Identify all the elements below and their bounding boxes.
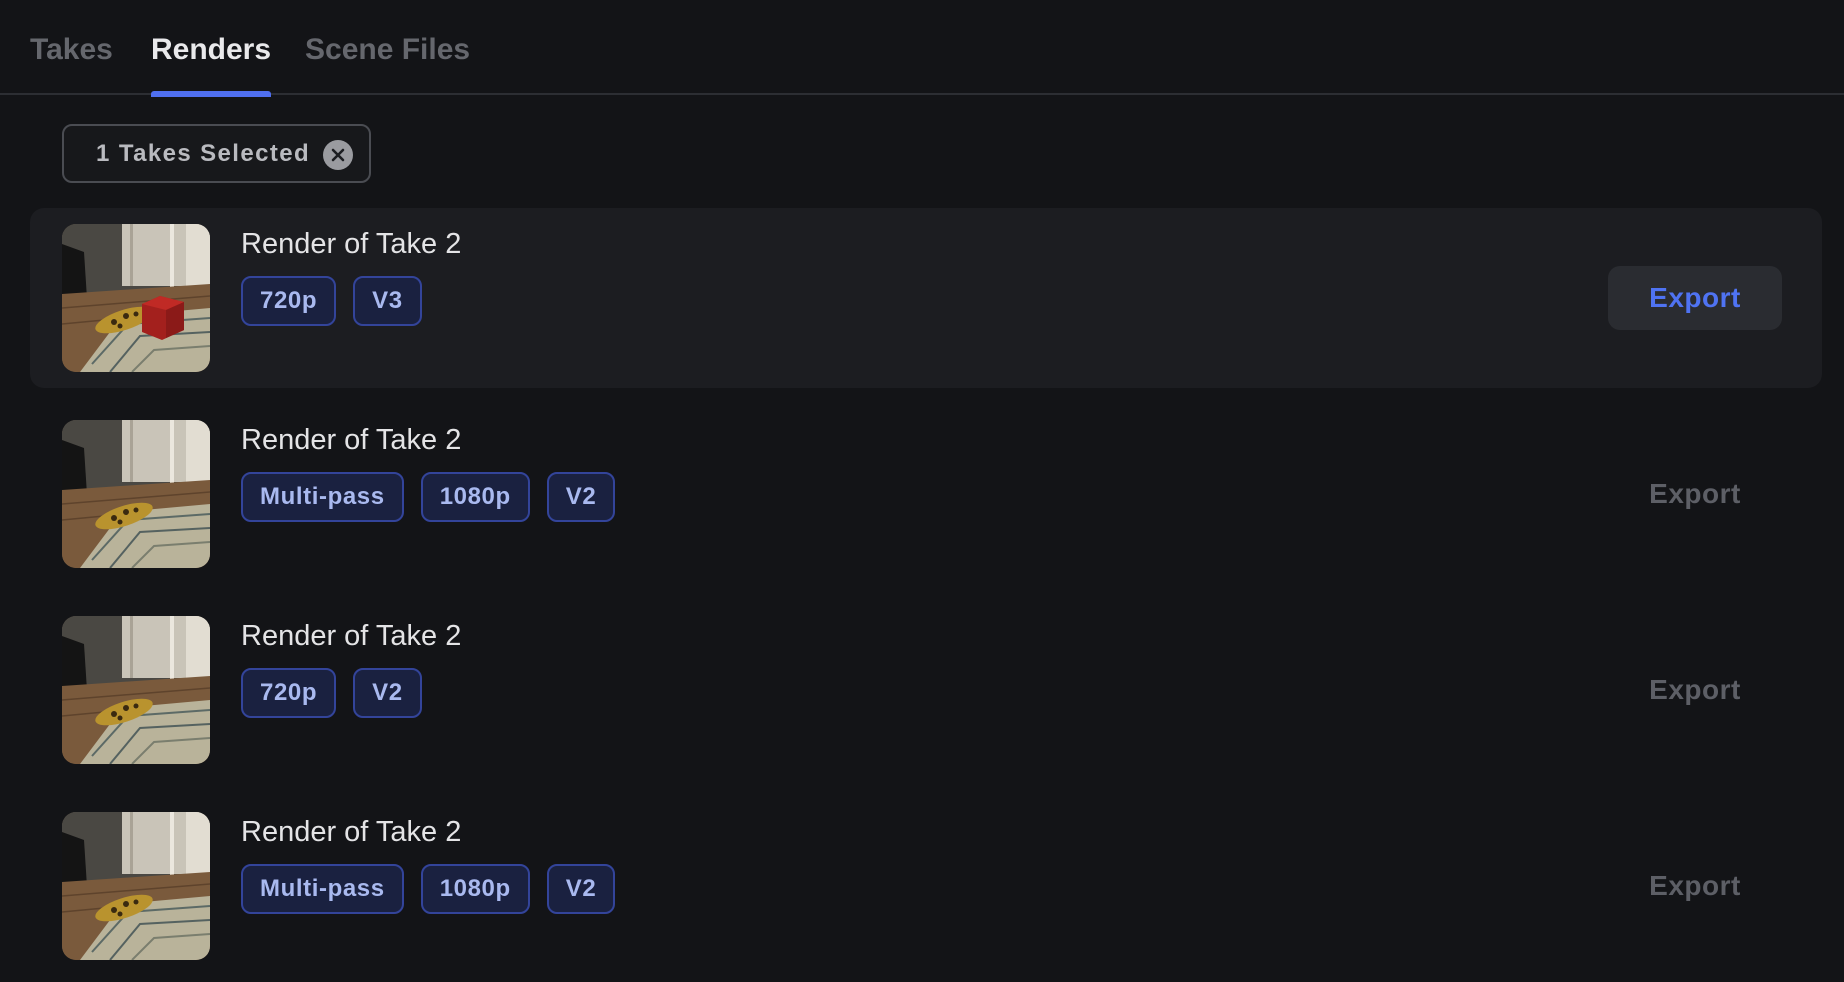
export-button[interactable]: Export bbox=[1608, 854, 1782, 918]
render-tags: 720p V2 bbox=[241, 668, 422, 718]
renders-page: Takes Renders Scene Files 1 Takes Select… bbox=[0, 0, 1844, 982]
render-row-1[interactable]: Render of Take 2 720p V3 Export bbox=[30, 208, 1822, 388]
red-cube-image bbox=[142, 296, 184, 340]
room-floor-image bbox=[62, 616, 210, 764]
render-tags: Multi-pass 1080p V2 bbox=[241, 864, 616, 914]
render-tag: V2 bbox=[353, 668, 422, 718]
tab-scene-files-label: Scene Files bbox=[305, 33, 471, 66]
render-thumbnail bbox=[62, 420, 210, 568]
render-tag: Multi-pass bbox=[241, 864, 404, 914]
export-button[interactable]: Export bbox=[1608, 658, 1782, 722]
takes-selected-filter-chip: 1 Takes Selected bbox=[62, 124, 371, 183]
room-floor-image bbox=[62, 420, 210, 568]
render-row-4[interactable]: Render of Take 2 Multi-pass 1080p V2 Expor… bbox=[30, 796, 1822, 976]
tab-scene-files[interactable]: Scene Files bbox=[305, 33, 470, 95]
tab-renders-label: Renders bbox=[151, 33, 272, 66]
render-title: Render of Take 2 bbox=[241, 620, 462, 652]
room-floor-image bbox=[62, 812, 210, 960]
render-tag: 1080p bbox=[420, 864, 530, 914]
tab-renders[interactable]: Renders bbox=[151, 33, 272, 97]
render-tag: V2 bbox=[546, 472, 616, 522]
render-row-2[interactable]: Render of Take 2 Multi-pass 1080p V2 Expor… bbox=[30, 404, 1822, 584]
active-tab-indicator bbox=[151, 91, 272, 97]
export-button[interactable]: Export bbox=[1608, 266, 1782, 330]
render-tags: Multi-pass 1080p V2 bbox=[241, 472, 616, 522]
tab-bar: Takes Renders Scene Files bbox=[0, 0, 1844, 97]
render-title: Render of Take 2 bbox=[241, 228, 462, 260]
tab-takes[interactable]: Takes bbox=[30, 33, 113, 95]
render-thumbnail bbox=[62, 224, 210, 372]
close-circle-icon[interactable] bbox=[323, 140, 353, 170]
render-title: Render of Take 2 bbox=[241, 424, 462, 456]
export-button[interactable]: Export bbox=[1608, 462, 1782, 526]
tab-takes-label: Takes bbox=[30, 33, 113, 66]
render-tags: 720p V3 bbox=[241, 276, 422, 326]
render-tag: Multi-pass bbox=[241, 472, 404, 522]
render-thumbnail bbox=[62, 616, 210, 764]
render-tag: V3 bbox=[353, 276, 422, 326]
render-title: Render of Take 2 bbox=[241, 816, 462, 848]
render-tag: V2 bbox=[546, 864, 616, 914]
render-tag: 720p bbox=[241, 668, 337, 718]
filter-chip-label: 1 Takes Selected bbox=[96, 139, 311, 167]
render-tag: 720p bbox=[241, 276, 337, 326]
render-tag: 1080p bbox=[420, 472, 530, 522]
render-row-3[interactable]: Render of Take 2 720p V2 Export bbox=[30, 600, 1822, 780]
render-thumbnail bbox=[62, 812, 210, 960]
